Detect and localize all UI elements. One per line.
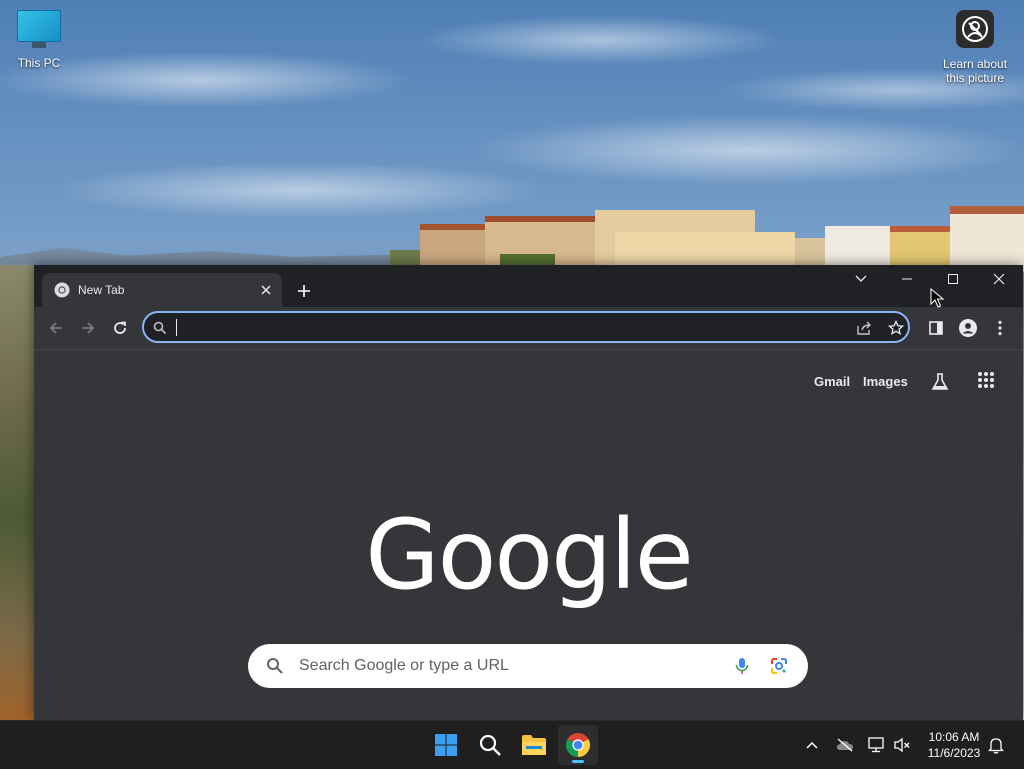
start-button[interactable] [426,725,466,765]
address-bar[interactable] [142,311,910,343]
notifications-button[interactable] [986,735,1006,755]
address-input[interactable] [176,318,820,338]
tab-title: New Tab [78,283,125,297]
apps-button[interactable] [976,370,1000,394]
more-vert-icon [998,320,1002,336]
share-icon[interactable] [856,320,872,336]
taskbar-search-button[interactable] [470,725,510,765]
reload-icon [114,321,126,334]
active-indicator [572,760,584,763]
notification-bell-icon [988,738,1004,754]
taskbar-clock[interactable]: 10:06 AM 11/6/2023 [918,729,990,761]
back-arrow-icon [49,322,62,334]
volume-button[interactable] [892,735,912,755]
profile-icon [959,319,977,337]
google-logo: Google [365,499,694,611]
chrome-icon [565,733,591,757]
reload-button[interactable] [106,314,134,342]
search-icon [153,321,167,335]
taskbar: 10:06 AM 11/6/2023 [0,720,1024,769]
camera-info-icon [956,10,994,48]
forward-arrow-icon [82,322,95,334]
chrome-taskbar-button[interactable] [558,725,598,765]
profile-button[interactable] [954,314,982,342]
monitor-icon [17,10,61,42]
close-icon [993,273,1005,285]
mouse-cursor-icon [930,288,944,308]
tab-new-tab[interactable]: New Tab [42,273,282,307]
gmail-link[interactable]: Gmail [814,374,850,389]
show-hidden-icons-button[interactable] [802,735,822,755]
apps-grid-icon [978,372,994,388]
new-tab-button[interactable] [292,279,316,303]
google-lens-icon[interactable] [769,656,789,676]
file-explorer-icon [522,735,546,755]
search-box[interactable]: Search Google or type a URL [248,644,808,688]
onedrive-button[interactable] [835,735,855,755]
back-button[interactable] [42,314,70,342]
close-window-button[interactable] [976,265,1022,293]
volume-muted-icon [894,737,910,753]
minimize-icon [902,278,912,280]
wallpaper-town [390,192,1024,272]
text-caret [176,319,177,336]
more-menu-button[interactable] [986,314,1014,342]
maximize-icon [948,274,958,284]
file-explorer-button[interactable] [514,725,554,765]
onedrive-icon [837,738,853,752]
desktop-icon-label: Learn about this picture [942,57,1008,85]
images-link[interactable]: Images [863,374,908,389]
desktop-icon-label: This PC [17,56,61,70]
labs-button[interactable] [928,370,952,394]
new-tab-page: Gmail Images Google Search Google or typ… [34,350,1023,720]
chrome-window: New Tab Gmail Images Google Search Googl… [34,265,1023,720]
search-icon [267,658,283,674]
network-button[interactable] [866,735,886,755]
desktop-icon-this-pc[interactable]: This PC [8,10,70,70]
windows-start-icon [435,734,457,756]
chevron-up-icon [806,741,818,749]
title-bar[interactable]: New Tab [34,265,1023,307]
clock-date: 11/6/2023 [927,746,981,760]
chrome-icon [54,282,70,298]
search-placeholder: Search Google or type a URL [299,657,509,674]
tab-search-dropdown[interactable] [838,265,884,293]
microphone-icon[interactable] [732,656,752,676]
flask-icon [931,373,949,390]
side-panel-icon [929,321,943,335]
minimize-button[interactable] [884,265,930,293]
star-icon[interactable] [888,320,904,336]
search-icon [479,734,501,756]
chevron-down-icon [855,275,867,282]
side-panel-button[interactable] [922,314,950,342]
desktop-icon-learn-about-picture[interactable]: Learn about this picture [936,10,1014,85]
wallpaper-cliff [0,265,36,725]
close-tab-icon[interactable] [254,278,278,302]
clock-time: 10:06 AM [928,730,980,744]
forward-button[interactable] [74,314,102,342]
network-icon [868,737,884,753]
browser-toolbar [34,307,1023,350]
